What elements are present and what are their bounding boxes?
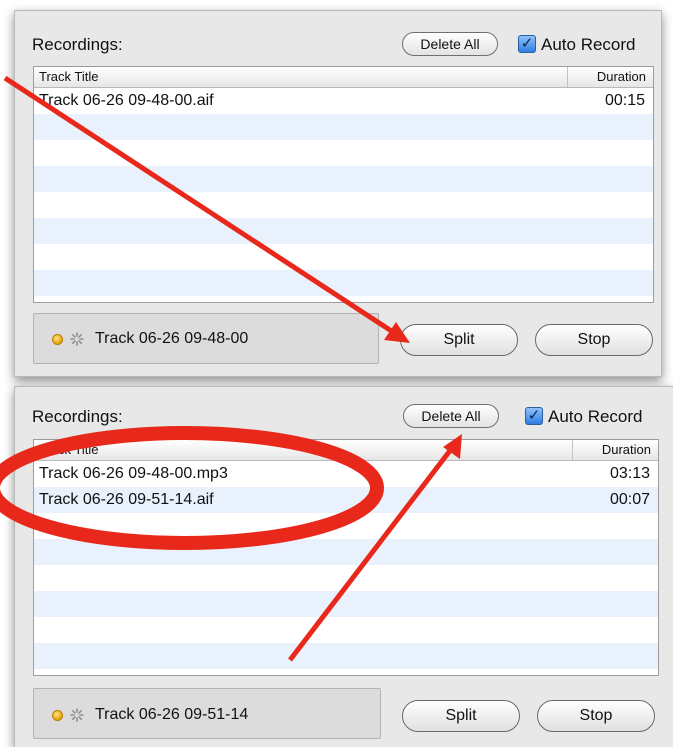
column-header-duration[interactable]: Duration xyxy=(567,67,653,87)
table-header: Track Title Duration xyxy=(34,440,658,461)
column-header-track-title[interactable]: Track Title xyxy=(39,442,98,457)
table-row[interactable] xyxy=(34,114,653,140)
recorder-panel-2: Recordings: Delete All ✓ Auto Record Tra… xyxy=(14,386,673,747)
spinner-icon xyxy=(70,332,84,346)
status-led-icon xyxy=(52,710,63,721)
auto-record-label: Auto Record xyxy=(548,407,643,426)
table-row[interactable] xyxy=(34,643,658,669)
recordings-table[interactable]: Track Title Duration Track 06-26 09-48-0… xyxy=(33,439,659,676)
table-row[interactable] xyxy=(34,166,653,192)
table-row[interactable] xyxy=(34,617,658,643)
status-led-icon xyxy=(52,334,63,345)
recordings-label: Recordings: xyxy=(32,407,123,426)
track-title-cell: Track 06-26 09-48-00.aif xyxy=(39,92,214,109)
table-row[interactable] xyxy=(34,192,653,218)
delete-all-button[interactable]: Delete All xyxy=(402,32,498,56)
delete-all-button[interactable]: Delete All xyxy=(403,404,499,428)
auto-record-checkbox[interactable]: ✓ xyxy=(525,407,543,425)
table-row[interactable]: Track 06-26 09-51-14.aif 00:07 xyxy=(34,487,658,513)
recordings-label: Recordings: xyxy=(32,35,123,54)
status-track-name: Track 06-26 09-51-14 xyxy=(95,706,249,723)
table-row[interactable] xyxy=(34,270,653,296)
status-track-name: Track 06-26 09-48-00 xyxy=(95,330,249,347)
auto-record-checkbox[interactable]: ✓ xyxy=(518,35,536,53)
auto-record-label: Auto Record xyxy=(541,35,636,54)
recorder-panel-1: Recordings: Delete All ✓ Auto Record Tra… xyxy=(14,10,662,377)
table-header: Track Title Duration xyxy=(34,67,653,88)
split-button[interactable]: Split xyxy=(400,324,518,356)
table-row[interactable] xyxy=(34,244,653,270)
status-box: Track 06-26 09-51-14 xyxy=(33,688,381,739)
column-header-track-title[interactable]: Track Title xyxy=(39,69,98,84)
track-title-cell: Track 06-26 09-48-00.mp3 xyxy=(39,465,228,482)
table-row[interactable]: Track 06-26 09-48-00.aif 00:15 xyxy=(34,88,653,114)
table-row[interactable] xyxy=(34,591,658,617)
table-rows: Track 06-26 09-48-00.aif 00:15 xyxy=(34,88,653,296)
duration-cell: 00:15 xyxy=(604,92,645,109)
split-button[interactable]: Split xyxy=(402,700,520,732)
table-row[interactable] xyxy=(34,140,653,166)
table-row[interactable] xyxy=(34,565,658,591)
table-row[interactable] xyxy=(34,513,658,539)
stop-button[interactable]: Stop xyxy=(535,324,653,356)
recordings-table[interactable]: Track Title Duration Track 06-26 09-48-0… xyxy=(33,66,654,303)
table-row[interactable] xyxy=(34,539,658,565)
track-title-cell: Track 06-26 09-51-14.aif xyxy=(39,491,214,508)
duration-cell: 00:07 xyxy=(609,491,650,508)
duration-cell: 03:13 xyxy=(609,465,650,482)
table-row[interactable]: Track 06-26 09-48-00.mp3 03:13 xyxy=(34,461,658,487)
column-header-duration[interactable]: Duration xyxy=(572,440,658,460)
table-rows: Track 06-26 09-48-00.mp3 03:13 Track 06-26… xyxy=(34,461,658,669)
table-row[interactable] xyxy=(34,218,653,244)
status-box: Track 06-26 09-48-00 xyxy=(33,313,379,364)
spinner-icon xyxy=(70,708,84,722)
stop-button[interactable]: Stop xyxy=(537,700,655,732)
